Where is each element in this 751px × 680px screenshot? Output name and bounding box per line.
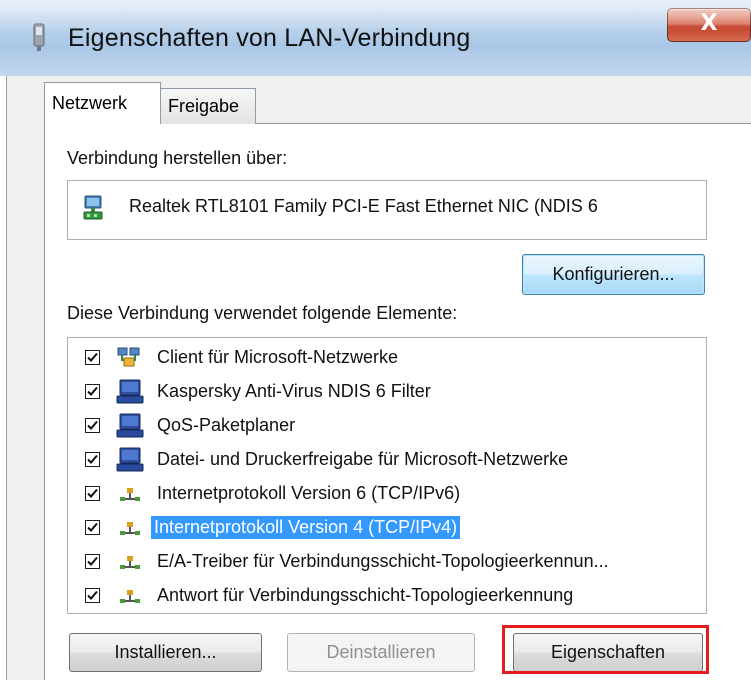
window-title: Eigenschaften von LAN-Verbindung bbox=[68, 24, 471, 52]
check-icon bbox=[87, 590, 98, 600]
close-button[interactable]: X bbox=[667, 8, 751, 42]
tab-freigabe[interactable]: Freigabe bbox=[160, 88, 256, 124]
service-computer-icon bbox=[116, 413, 144, 438]
list-item-label: QoS-Paketplaner bbox=[157, 415, 296, 435]
configure-button[interactable]: Konfigurieren... bbox=[522, 254, 705, 295]
client-network-icon bbox=[117, 347, 140, 367]
list-item-label: Client für Microsoft-Netzwerke bbox=[157, 347, 399, 367]
checkbox[interactable] bbox=[85, 588, 100, 603]
components-list[interactable]: Client für Microsoft-Netzwerke Kaspersky… bbox=[67, 337, 707, 614]
checkbox[interactable] bbox=[85, 520, 100, 535]
properties-dialog: Eigenschaften von LAN-Verbindung X Netzw… bbox=[0, 0, 751, 680]
protocol-icon bbox=[120, 522, 140, 535]
list-item[interactable]: Antwort für Verbindungsschicht-Topologie… bbox=[68, 580, 706, 612]
checkbox[interactable] bbox=[85, 452, 100, 467]
checkbox[interactable] bbox=[85, 384, 100, 399]
list-item-label: Kaspersky Anti-Virus NDIS 6 Filter bbox=[157, 381, 431, 401]
checkbox[interactable] bbox=[85, 554, 100, 569]
check-icon bbox=[87, 386, 98, 396]
list-item[interactable]: Client für Microsoft-Netzwerke bbox=[68, 342, 706, 374]
list-item[interactable]: Kaspersky Anti-Virus NDIS 6 Filter bbox=[68, 376, 706, 408]
list-item[interactable]: Datei- und Druckerfreigabe für Microsoft… bbox=[68, 444, 706, 476]
check-icon bbox=[87, 352, 98, 362]
service-computer-icon bbox=[116, 447, 144, 472]
checkbox[interactable] bbox=[85, 350, 100, 365]
components-label: Diese Verbindung verwendet folgende Elem… bbox=[67, 303, 458, 323]
network-adapter-icon bbox=[83, 195, 103, 220]
list-item[interactable]: QoS-Paketplaner bbox=[68, 410, 706, 442]
network-connection-icon bbox=[33, 23, 45, 51]
adapter-name: Realtek RTL8101 Family PCI-E Fast Ethern… bbox=[129, 196, 598, 216]
list-item-label: Internetprotokoll Version 6 (TCP/IPv6) bbox=[157, 483, 461, 503]
list-item[interactable]: Internetprotokoll Version 6 (TCP/IPv6) bbox=[68, 478, 706, 510]
list-item-label: E/A-Treiber für Verbindungsschicht-Topol… bbox=[157, 551, 609, 571]
service-computer-icon bbox=[116, 379, 144, 404]
check-icon bbox=[87, 556, 98, 566]
protocol-icon bbox=[120, 488, 140, 501]
title-bar[interactable]: Eigenschaften von LAN-Verbindung X bbox=[0, 0, 751, 76]
tab-netzwerk[interactable]: Netzwerk bbox=[44, 82, 161, 124]
checkbox[interactable] bbox=[85, 486, 100, 501]
protocol-icon bbox=[120, 590, 140, 603]
list-item-label: Internetprotokoll Version 4 (TCP/IPv4) bbox=[151, 516, 461, 539]
install-button[interactable]: Installieren... bbox=[69, 633, 262, 672]
list-item-selected[interactable]: Internetprotokoll Version 4 (TCP/IPv4) bbox=[68, 512, 706, 544]
adapter-field: Realtek RTL8101 Family PCI-E Fast Ethern… bbox=[67, 180, 707, 240]
connection-label: Verbindung herstellen über: bbox=[67, 148, 288, 168]
protocol-icon bbox=[120, 556, 140, 569]
list-item[interactable]: E/A-Treiber für Verbindungsschicht-Topol… bbox=[68, 546, 706, 578]
check-icon bbox=[87, 522, 98, 532]
uninstall-button[interactable]: Deinstallieren bbox=[287, 633, 475, 672]
checkbox[interactable] bbox=[85, 418, 100, 433]
properties-button[interactable]: Eigenschaften bbox=[513, 633, 703, 672]
check-icon bbox=[87, 420, 98, 430]
list-item-label: Antwort für Verbindungsschicht-Topologie… bbox=[157, 585, 574, 605]
list-item-label: Datei- und Druckerfreigabe für Microsoft… bbox=[157, 449, 569, 469]
check-icon bbox=[87, 488, 98, 498]
check-icon bbox=[87, 454, 98, 464]
